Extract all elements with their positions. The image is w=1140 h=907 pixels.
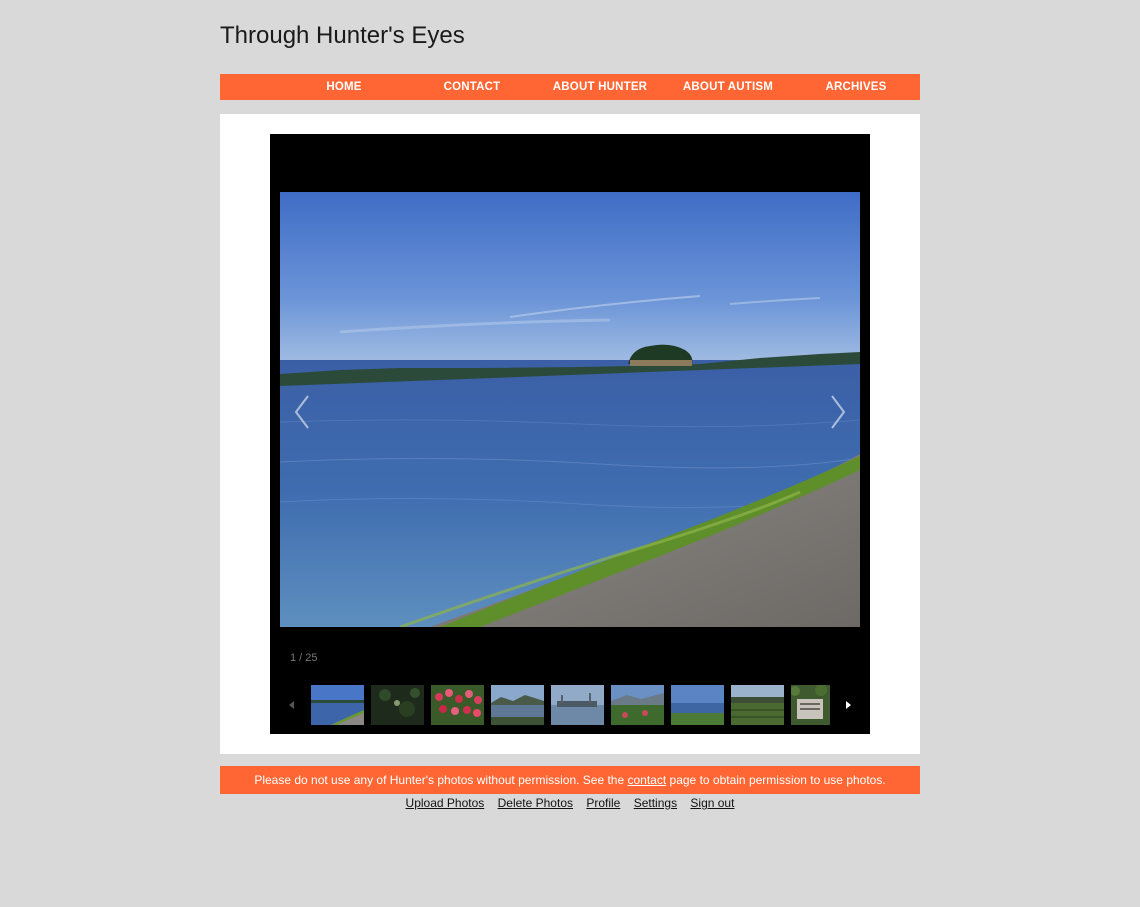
triangle-right-icon (846, 701, 851, 709)
chevron-left-icon (294, 395, 309, 429)
nav-archives[interactable]: ARCHIVES (792, 74, 920, 100)
main-nav: HOME CONTACT ABOUT HUNTER ABOUT AUTISM A… (220, 74, 920, 100)
nav-home[interactable]: HOME (280, 74, 408, 100)
thumbnail-9[interactable] (791, 685, 830, 725)
prev-photo-button[interactable] (288, 390, 318, 434)
settings-link[interactable]: Settings (634, 796, 677, 810)
triangle-left-icon (289, 701, 294, 709)
thumbnail-5[interactable] (551, 685, 604, 725)
next-photo-button[interactable] (822, 390, 852, 434)
notice-text-before: Please do not use any of Hunter's photos… (254, 773, 628, 787)
thumbnail-6[interactable] (611, 685, 664, 725)
content-area: 1 / 25 (220, 114, 920, 754)
thumbnail-7[interactable] (671, 685, 724, 725)
thumbnail-prev-button[interactable] (286, 698, 298, 712)
contact-link[interactable]: contact (628, 773, 667, 787)
thumbnail-8[interactable] (731, 685, 784, 725)
thumbnail-1[interactable] (311, 685, 364, 725)
thumbnail-3[interactable] (431, 685, 484, 725)
sign-out-link[interactable]: Sign out (690, 796, 734, 810)
photo-slideshow: 1 / 25 (270, 134, 870, 734)
site-title: Through Hunter's Eyes (220, 22, 465, 49)
delete-photos-link[interactable]: Delete Photos (498, 796, 573, 810)
chevron-right-icon (831, 395, 846, 429)
nav-contact[interactable]: CONTACT (408, 74, 536, 100)
footer-links: Upload Photos Delete Photos Profile Sett… (220, 796, 920, 812)
nav-about-hunter[interactable]: ABOUT HUNTER (536, 74, 664, 100)
nav-about-autism[interactable]: ABOUT AUTISM (664, 74, 792, 100)
upload-photos-link[interactable]: Upload Photos (406, 796, 485, 810)
main-photo[interactable] (280, 192, 860, 627)
permission-notice: Please do not use any of Hunter's photos… (220, 766, 920, 794)
notice-text-after: page to obtain permission to use photos. (666, 773, 886, 787)
profile-link[interactable]: Profile (586, 796, 620, 810)
slide-counter: 1 / 25 (290, 652, 318, 664)
thumbnail-4[interactable] (491, 685, 544, 725)
thumbnail-strip (270, 684, 870, 726)
thumbnail-next-button[interactable] (842, 698, 854, 712)
thumbnail-2[interactable] (371, 685, 424, 725)
